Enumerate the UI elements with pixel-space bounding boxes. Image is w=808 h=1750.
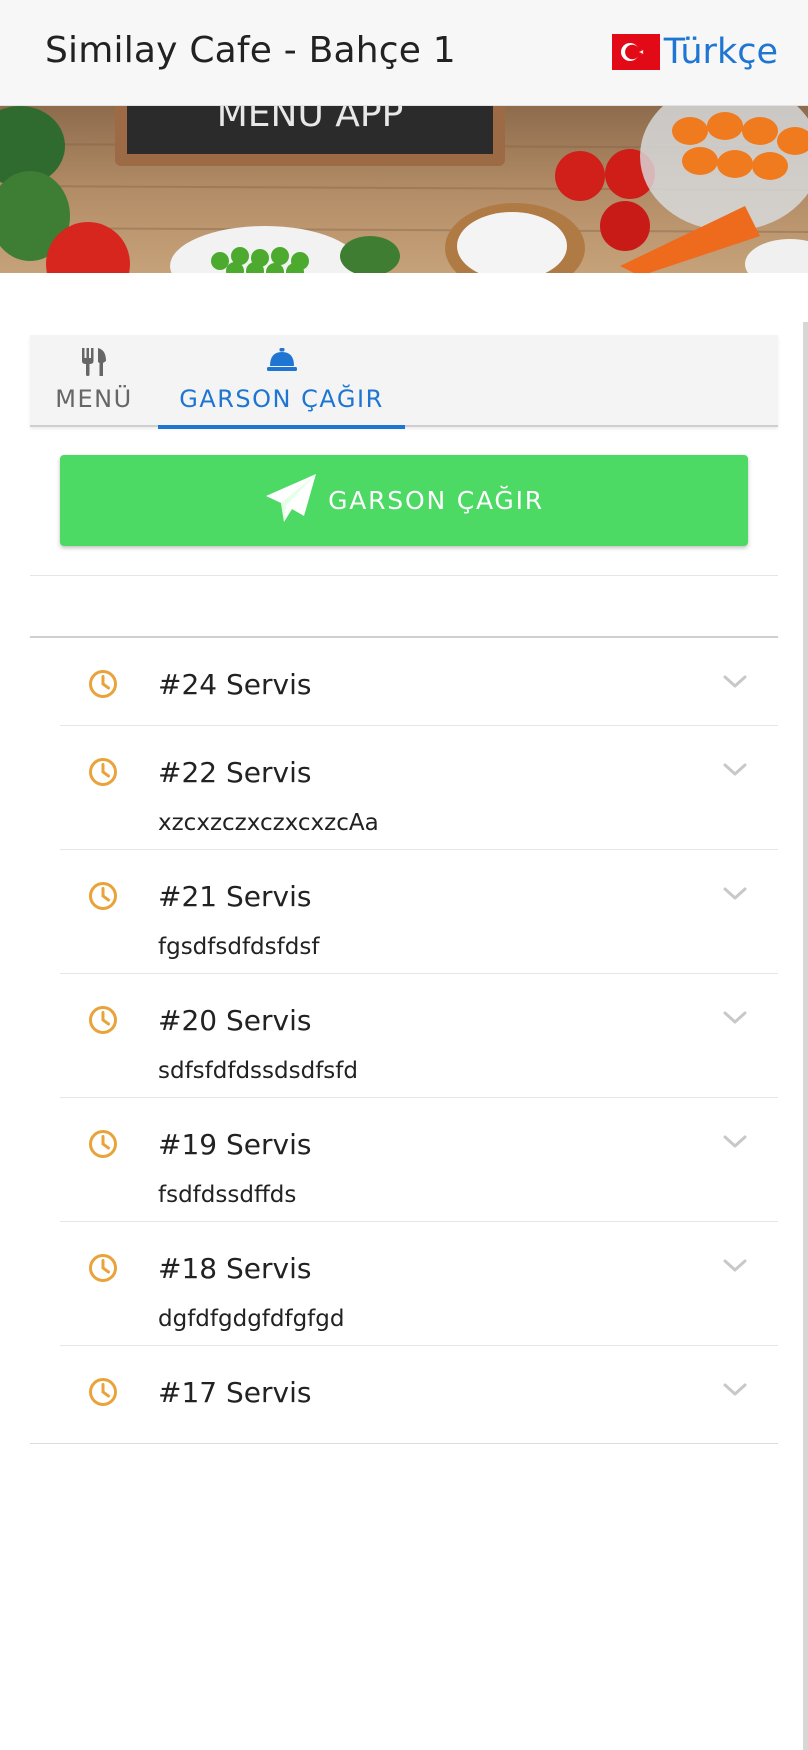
- request-title: #21 Servis: [158, 880, 312, 913]
- list-item[interactable]: #18 Servis dgfdfgdgfdfgfgd: [30, 1222, 778, 1346]
- request-title: #24 Servis: [158, 668, 312, 701]
- chevron-down-icon[interactable]: [722, 886, 748, 906]
- list-item[interactable]: #20 Servis sdfsfdfdssdsdfsfd: [30, 974, 778, 1098]
- content-panel: MENÜ GARSON ÇAĞIR GARSON ÇAĞIR #24 Servi…: [30, 335, 778, 1525]
- list-item[interactable]: #19 Servis fsdfdssdffds: [30, 1098, 778, 1222]
- request-title: #18 Servis: [158, 1252, 312, 1285]
- paper-plane-icon: [264, 472, 318, 530]
- clock-icon: [88, 1129, 118, 1163]
- clock-icon: [88, 1253, 118, 1287]
- turkey-flag-icon: [611, 34, 660, 70]
- chevron-down-icon[interactable]: [722, 762, 748, 782]
- request-note: sdfsfdfdssdsdfsfd: [158, 1058, 358, 1084]
- chevron-down-icon[interactable]: [722, 1134, 748, 1154]
- tab-menu-label: MENÜ: [55, 385, 133, 413]
- clock-icon: [88, 1005, 118, 1039]
- tab-call-waiter[interactable]: GARSON ÇAĞIR: [158, 335, 405, 429]
- active-tab-indicator: [158, 425, 405, 429]
- request-note: fsdfdssdffds: [158, 1182, 297, 1208]
- scrollbar[interactable]: [803, 322, 808, 1750]
- list-item[interactable]: #24 Servis: [30, 638, 778, 726]
- tab-menu[interactable]: MENÜ: [44, 335, 144, 427]
- clock-icon: [88, 669, 118, 703]
- request-title: #17 Servis: [158, 1376, 312, 1409]
- divider: [30, 1443, 778, 1444]
- call-waiter-button-label: GARSON ÇAĞIR: [328, 486, 544, 515]
- request-title: #22 Servis: [158, 756, 312, 789]
- list-item[interactable]: #17 Servis: [30, 1346, 778, 1444]
- banner-image: MENU APP: [0, 106, 808, 273]
- tab-call-waiter-label: GARSON ÇAĞIR: [179, 385, 384, 413]
- tab-bar: MENÜ GARSON ÇAĞIR: [30, 335, 778, 429]
- list-item[interactable]: #21 Servis fgsdfsdfdsfdsf: [30, 850, 778, 974]
- clock-icon: [88, 881, 118, 915]
- service-bell-icon: [266, 347, 297, 377]
- service-request-list: #24 Servis #22 Servis xzcxzczxczxcxzcAa #21…: [30, 638, 778, 1444]
- app-header: Similay Cafe - Bahçe 1 Türkçe: [0, 0, 808, 106]
- fork-knife-icon: [81, 347, 107, 381]
- clock-icon: [88, 1377, 118, 1411]
- chalkboard-text: MENU APP: [217, 106, 404, 135]
- request-note: xzcxzczxczxcxzcAa: [158, 810, 379, 836]
- request-note: fgsdfsdfdsfdsf: [158, 934, 320, 960]
- divider: [30, 575, 778, 576]
- clock-icon: [88, 757, 118, 791]
- list-item[interactable]: #22 Servis xzcxzczxczxcxzcAa: [30, 726, 778, 850]
- chevron-down-icon[interactable]: [722, 674, 748, 694]
- page-title: Similay Cafe - Bahçe 1: [45, 30, 456, 71]
- chevron-down-icon[interactable]: [722, 1258, 748, 1278]
- language-selector[interactable]: Türkçe: [611, 32, 778, 72]
- request-title: #20 Servis: [158, 1004, 312, 1037]
- chevron-down-icon[interactable]: [722, 1010, 748, 1030]
- request-note: dgfdfgdgfdfgfgd: [158, 1306, 345, 1332]
- call-waiter-button[interactable]: GARSON ÇAĞIR: [60, 455, 748, 546]
- request-title: #19 Servis: [158, 1128, 312, 1161]
- chevron-down-icon[interactable]: [722, 1382, 748, 1402]
- language-label[interactable]: Türkçe: [664, 32, 778, 72]
